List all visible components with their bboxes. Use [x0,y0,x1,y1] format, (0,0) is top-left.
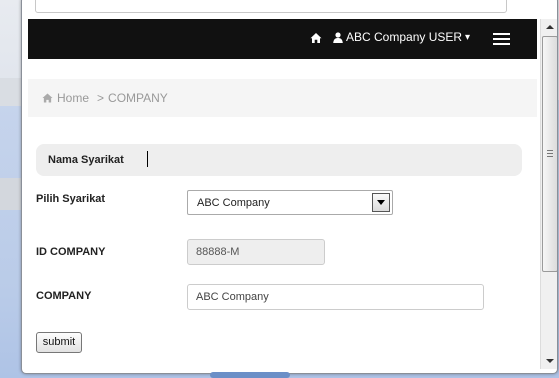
company-field[interactable]: ABC Company [187,284,484,310]
vertical-scrollbar[interactable] [540,19,557,369]
breadcrumb-separator: > [97,91,105,105]
user-dropdown[interactable]: ABC Company USER ▾ [333,30,470,44]
home-icon [42,93,53,103]
hamburger-menu-icon[interactable] [493,33,510,46]
company-label: COMPANY [36,290,92,302]
grip-icon [547,150,553,159]
user-label: ABC Company USER [346,30,463,44]
breadcrumb: Home > COMPANY [28,79,537,117]
breadcrumb-home-link[interactable]: Home [57,91,89,105]
id-company-label: ID COMPANY [36,246,106,258]
section-header: Nama Syarikat [36,144,522,176]
home-icon[interactable] [310,32,322,44]
popup-window: ABC Company USER ▾ Home > COMPANY Nama S… [21,0,558,374]
pilih-syarikat-label: Pilih Syarikat [36,193,106,205]
id-company-field: 88888-M [187,239,325,265]
company-select[interactable]: ABC Company [187,190,393,215]
user-icon [333,31,343,43]
chevron-down-icon[interactable] [372,193,390,212]
company-field-value: ABC Company [196,291,269,303]
text-cursor [147,151,148,167]
taskbar-highlight [210,372,290,378]
id-company-value: 88888-M [196,246,240,258]
address-field[interactable] [35,0,507,13]
scroll-down-icon[interactable] [541,353,557,369]
submit-button[interactable]: submit [36,332,82,353]
breadcrumb-current: COMPANY [108,91,168,105]
chevron-down-icon: ▾ [465,31,471,43]
scrollbar-thumb[interactable] [542,36,557,272]
scroll-up-icon[interactable] [541,19,557,35]
company-select-value: ABC Company [197,197,270,209]
section-title: Nama Syarikat [48,154,124,166]
top-navbar: ABC Company USER ▾ [28,19,537,59]
